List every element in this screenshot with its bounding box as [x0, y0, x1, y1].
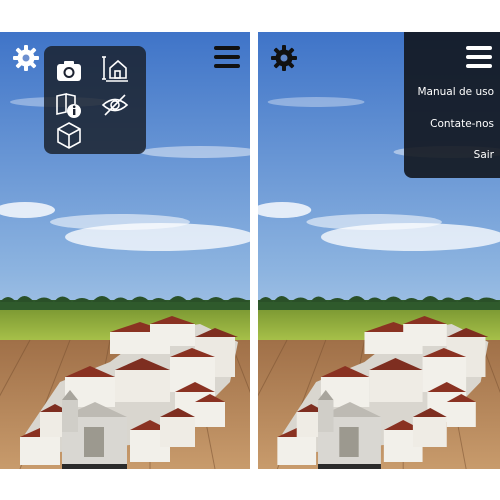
gear-icon[interactable] [12, 44, 40, 72]
eye-off-icon[interactable] [100, 90, 130, 120]
screen-divider [250, 0, 258, 500]
book-info-icon[interactable] [54, 90, 84, 120]
left-phone-screen [0, 32, 250, 469]
camera-icon[interactable] [54, 56, 84, 86]
menu-item-exit[interactable]: Sair [474, 149, 494, 161]
hamburger-menu-icon[interactable] [214, 46, 240, 68]
main-menu: Manual de uso Contate-nos Sair [404, 32, 500, 178]
menu-item-manual[interactable]: Manual de uso [417, 86, 494, 98]
tools-menu [44, 46, 146, 154]
gear-icon[interactable] [270, 44, 298, 72]
hamburger-menu-icon[interactable] [466, 46, 492, 68]
measure-house-icon[interactable] [100, 54, 130, 84]
right-phone-screen: Manual de uso Contate-nos Sair [258, 32, 500, 469]
cube-icon[interactable] [54, 120, 84, 150]
menu-item-contact[interactable]: Contate-nos [430, 118, 494, 130]
